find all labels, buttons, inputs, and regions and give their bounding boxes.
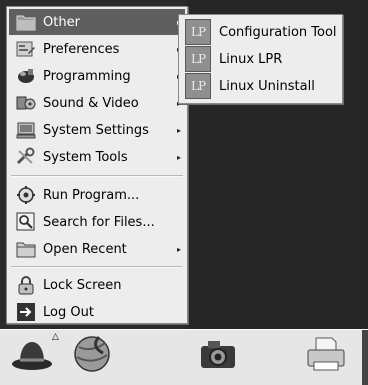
menu-item-label: Run Program... [43, 187, 140, 203]
menu-item-search-files[interactable]: Search for Files... [9, 209, 185, 235]
menu-item-system-tools[interactable]: System Tools ▸ [9, 144, 185, 170]
lock-icon [15, 274, 37, 296]
other-submenu: LP Configuration Tool LP Linux LPR LP Li… [178, 14, 343, 104]
red-hat-main-menu-icon [10, 334, 54, 378]
panel-edge [362, 330, 368, 385]
search-files-icon [15, 211, 37, 233]
menu-item-run-program[interactable]: Run Program... [9, 182, 185, 208]
menu-item-label: Log Out [43, 304, 94, 320]
web-browser-icon [71, 333, 113, 379]
menu-item-sound-video[interactable]: Sound & Video ▸ [9, 90, 185, 116]
submenu-arrow-icon: ▸ [176, 244, 181, 254]
applications-menu: Other ▸ Preferences ▸ Programming ▸ Soun… [6, 6, 188, 324]
menu-item-label: Open Recent [43, 241, 127, 257]
open-recent-folder-icon [15, 238, 37, 260]
menu-item-label: Programming [43, 68, 131, 84]
menu-item-programming[interactable]: Programming ▸ [9, 63, 185, 89]
submenu-item-linux-uninstall[interactable]: LP Linux Uninstall [181, 73, 339, 99]
submenu-item-configuration-tool[interactable]: LP Configuration Tool [181, 19, 339, 45]
submenu-item-linux-lpr[interactable]: LP Linux LPR [181, 46, 339, 72]
printer-launcher[interactable] [304, 334, 348, 378]
printer-icon [304, 334, 348, 378]
submenu-item-label: Linux Uninstall [219, 78, 315, 94]
menu-item-open-recent[interactable]: Open Recent ▸ [9, 236, 185, 262]
log-out-icon [15, 301, 37, 323]
other-folder-icon [15, 11, 37, 33]
bottom-panel: △ [0, 329, 368, 385]
submenu-item-label: Configuration Tool [219, 24, 337, 40]
menu-item-label: System Settings [43, 122, 149, 138]
camera-icon [198, 337, 238, 375]
submenu-arrow-icon: ▸ [176, 152, 181, 162]
preferences-icon [15, 38, 37, 60]
menu-item-log-out[interactable]: Log Out [9, 299, 185, 325]
menu-separator [11, 266, 183, 268]
web-browser-launcher[interactable] [70, 334, 114, 378]
main-menu-button[interactable]: △ [10, 332, 59, 378]
menu-item-label: Other [43, 14, 80, 30]
menu-item-system-settings[interactable]: System Settings ▸ [9, 117, 185, 143]
camera-launcher[interactable] [196, 334, 240, 378]
programming-icon [15, 65, 37, 87]
lprng-app-icon: LP [185, 73, 211, 99]
menu-item-label: Lock Screen [43, 277, 122, 293]
menu-item-label: Search for Files... [43, 214, 155, 230]
run-program-icon [15, 184, 37, 206]
system-settings-icon [15, 119, 37, 141]
menu-item-preferences[interactable]: Preferences ▸ [9, 36, 185, 62]
lprng-app-icon: LP [185, 19, 211, 45]
menu-item-label: Preferences [43, 41, 120, 57]
submenu-arrow-icon: ▸ [176, 125, 181, 135]
sound-video-icon [15, 92, 37, 114]
menu-item-label: System Tools [43, 149, 128, 165]
menu-item-lock-screen[interactable]: Lock Screen [9, 272, 185, 298]
system-tools-icon [15, 146, 37, 168]
lprng-app-icon: LP [185, 46, 211, 72]
menu-item-other[interactable]: Other ▸ [9, 9, 185, 35]
menu-indicator-icon: △ [52, 332, 59, 342]
submenu-item-label: Linux LPR [219, 51, 283, 67]
menu-separator [11, 175, 183, 177]
menu-item-label: Sound & Video [43, 95, 139, 111]
